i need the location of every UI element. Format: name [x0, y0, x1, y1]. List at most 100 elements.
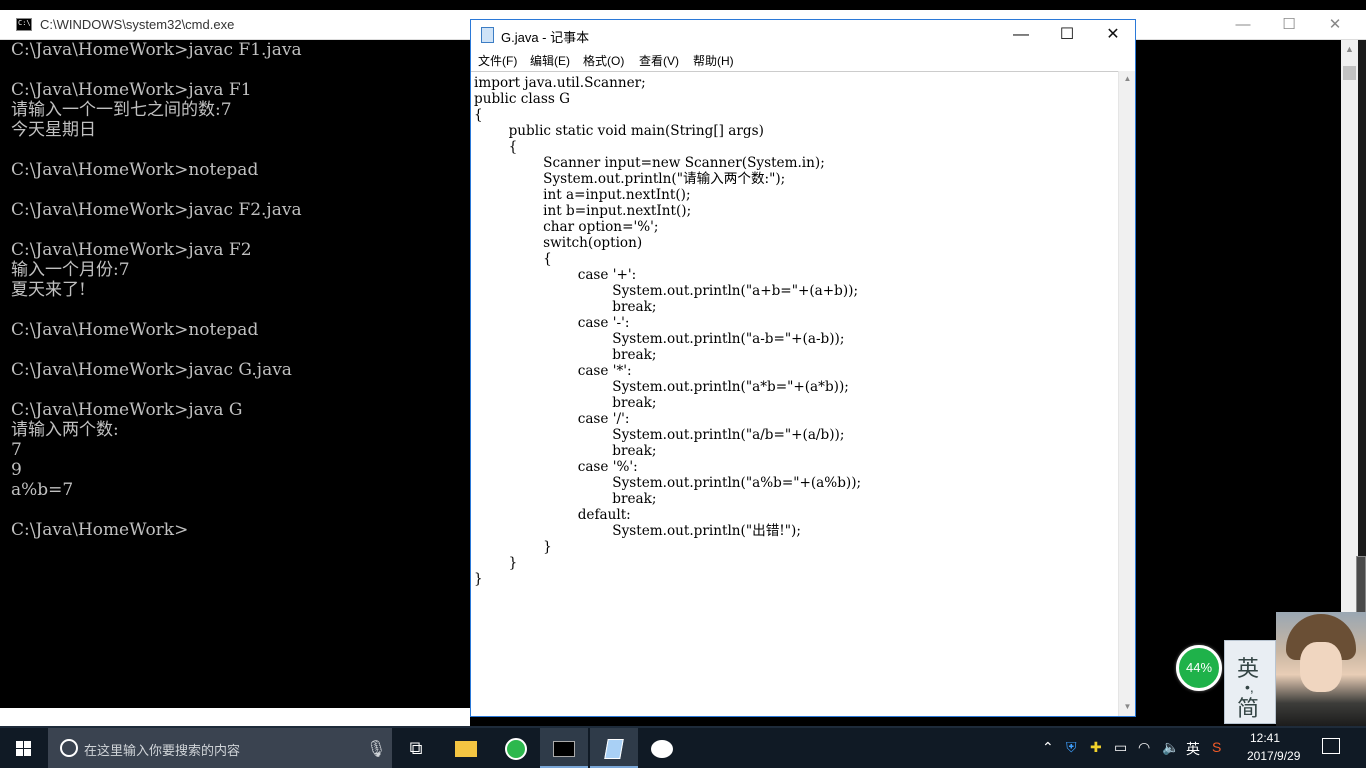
code-line: break;	[474, 395, 657, 411]
speed-ball-widget[interactable]: 44%	[1176, 645, 1222, 691]
console-line: C:\Java\HomeWork>java G	[11, 400, 243, 420]
battery-icon[interactable]: ▭	[1114, 739, 1127, 756]
code-line: }	[474, 571, 483, 587]
scroll-up-arrow-icon[interactable]: ▲	[1119, 71, 1136, 87]
menu-view[interactable]: 查看(V)	[639, 52, 679, 69]
console-line: 请输入两个数:	[11, 420, 119, 440]
code-line: case '%':	[474, 459, 638, 475]
notepad-maximize-button[interactable]: ☐	[1044, 20, 1090, 50]
microphone-icon[interactable]: 🎙	[366, 739, 386, 759]
code-line: break;	[474, 443, 657, 459]
notepad-window[interactable]: G.java - 记事本 — ☐ ✕ 文件(F) 编辑(E) 格式(O) 查看(…	[470, 19, 1136, 717]
menu-format[interactable]: 格式(O)	[583, 52, 624, 69]
code-line: public static void main(String[] args)	[474, 123, 764, 139]
scroll-down-arrow-icon[interactable]: ▼	[1119, 699, 1136, 715]
shield-icon[interactable]: ⛨	[1066, 739, 1077, 756]
desktop-pet-avatar[interactable]	[1276, 612, 1366, 726]
menu-edit[interactable]: 编辑(E)	[530, 52, 570, 69]
cmd-icon[interactable]	[540, 728, 588, 768]
clock-date[interactable]: 2017/9/29	[1247, 749, 1300, 763]
code-line: }	[474, 539, 552, 555]
volume-icon[interactable]: 🔈	[1162, 739, 1179, 756]
console-line: C:\Java\HomeWork>javac F1.java	[11, 40, 302, 60]
input-language[interactable]: 英	[1186, 739, 1200, 759]
console-line: a%b=7	[11, 480, 74, 500]
code-line: default:	[474, 507, 631, 523]
wechat-icon[interactable]	[638, 728, 686, 768]
cmd-scrollbar-thumb[interactable]	[1343, 66, 1356, 80]
code-line: break;	[474, 299, 657, 315]
scroll-up-arrow-icon[interactable]: ▲	[1341, 44, 1358, 60]
code-line: break;	[474, 491, 657, 507]
code-line: {	[474, 107, 483, 123]
notepad-app-icon	[481, 27, 494, 43]
code-line: {	[474, 139, 518, 155]
code-line: switch(option)	[474, 235, 643, 251]
task-view-icon[interactable]: ⧉	[392, 728, 440, 768]
code-line: System.out.println("a-b="+(a-b));	[474, 331, 845, 347]
clock-time[interactable]: 12:41	[1250, 731, 1280, 745]
console-line: 今天星期日	[11, 120, 96, 140]
console-line: C:\Java\HomeWork>notepad	[11, 160, 259, 180]
avatar-face	[1300, 642, 1342, 692]
menu-help[interactable]: 帮助(H)	[693, 52, 734, 69]
notepad-text-area[interactable]: import java.util.Scanner; public class G{…	[471, 71, 1118, 716]
code-line: case '-':	[474, 315, 630, 331]
code-line: int a=input.nextInt();	[474, 187, 691, 203]
chevron-up-icon[interactable]: ⌃	[1042, 739, 1054, 756]
browser-360-icon[interactable]	[492, 728, 540, 768]
menu-file[interactable]: 文件(F)	[478, 52, 517, 69]
start-button[interactable]	[0, 728, 48, 768]
code-line: System.out.println("a/b="+(a/b));	[474, 427, 845, 443]
code-line: int b=input.nextInt();	[474, 203, 692, 219]
code-line: System.out.println("a%b="+(a%b));	[474, 475, 862, 491]
file-explorer-icon[interactable]	[442, 728, 490, 768]
code-line: break;	[474, 347, 657, 363]
taskbar: 在这里输入你要搜索的内容 🎙 ⧉ ⌃ ⛨ ✚ ▭ ◠ 🔈 英 S 12:41 2…	[0, 728, 1366, 768]
console-line: C:\Java\HomeWork>javac G.java	[11, 360, 292, 380]
notepad-minimize-button[interactable]: —	[998, 20, 1044, 50]
cortana-icon	[60, 739, 78, 757]
code-line: System.out.println("a*b="+(a*b));	[474, 379, 849, 395]
action-center-icon[interactable]	[1322, 738, 1340, 754]
search-placeholder: 在这里输入你要搜索的内容	[84, 743, 241, 758]
console-line: 输入一个月份:7	[11, 260, 130, 280]
plus-badge-icon[interactable]: ✚	[1090, 739, 1102, 756]
code-line: public class G	[474, 91, 570, 107]
cmd-window-title: C:\WINDOWS\system32\cmd.exe	[40, 17, 235, 32]
notepad-window-title: G.java - 记事本	[501, 30, 590, 45]
code-text: import java.util.Scanner; public class G{…	[474, 75, 861, 587]
notepad-titlebar[interactable]: G.java - 记事本 — ☐ ✕	[471, 20, 1135, 50]
cmd-close-button[interactable]: ✕	[1312, 14, 1358, 36]
ime-status-panel[interactable]: 英 •, 简	[1224, 640, 1276, 724]
side-scroll-widget[interactable]	[1356, 556, 1366, 614]
cmd-console-output[interactable]: C:\Java\HomeWork>javac F1.java C:\Java\H…	[11, 40, 469, 720]
taskbar-search-box[interactable]: 在这里输入你要搜索的内容 🎙	[48, 728, 392, 768]
cmd-window-icon	[16, 18, 32, 31]
notepad-close-button[interactable]: ✕	[1090, 20, 1136, 50]
console-line: 9	[11, 460, 22, 480]
code-line: Scanner input=new Scanner(System.in);	[474, 155, 825, 171]
notepad-vertical-scrollbar[interactable]: ▲ ▼	[1118, 71, 1135, 716]
cmd-minimize-button[interactable]: —	[1220, 14, 1266, 36]
console-line: C:\Java\HomeWork>javac F2.java	[11, 200, 302, 220]
code-line: char option='%';	[474, 219, 659, 235]
sogou-ime-icon[interactable]: S	[1212, 739, 1221, 755]
cmd-maximize-button[interactable]: ☐	[1266, 14, 1312, 36]
code-line: System.out.println("出错!");	[474, 523, 801, 539]
background-window-strip	[0, 708, 470, 726]
wifi-icon[interactable]: ◠	[1138, 739, 1150, 756]
ime-simplified-mode[interactable]: 简	[1237, 691, 1259, 723]
notepad-menubar: 文件(F) 编辑(E) 格式(O) 查看(V) 帮助(H)	[471, 50, 1135, 70]
console-line: C:\Java\HomeWork>notepad	[11, 320, 259, 340]
code-line: System.out.println("a+b="+(a+b));	[474, 283, 859, 299]
console-line: 7	[11, 440, 22, 460]
notepad-icon[interactable]	[590, 728, 638, 768]
